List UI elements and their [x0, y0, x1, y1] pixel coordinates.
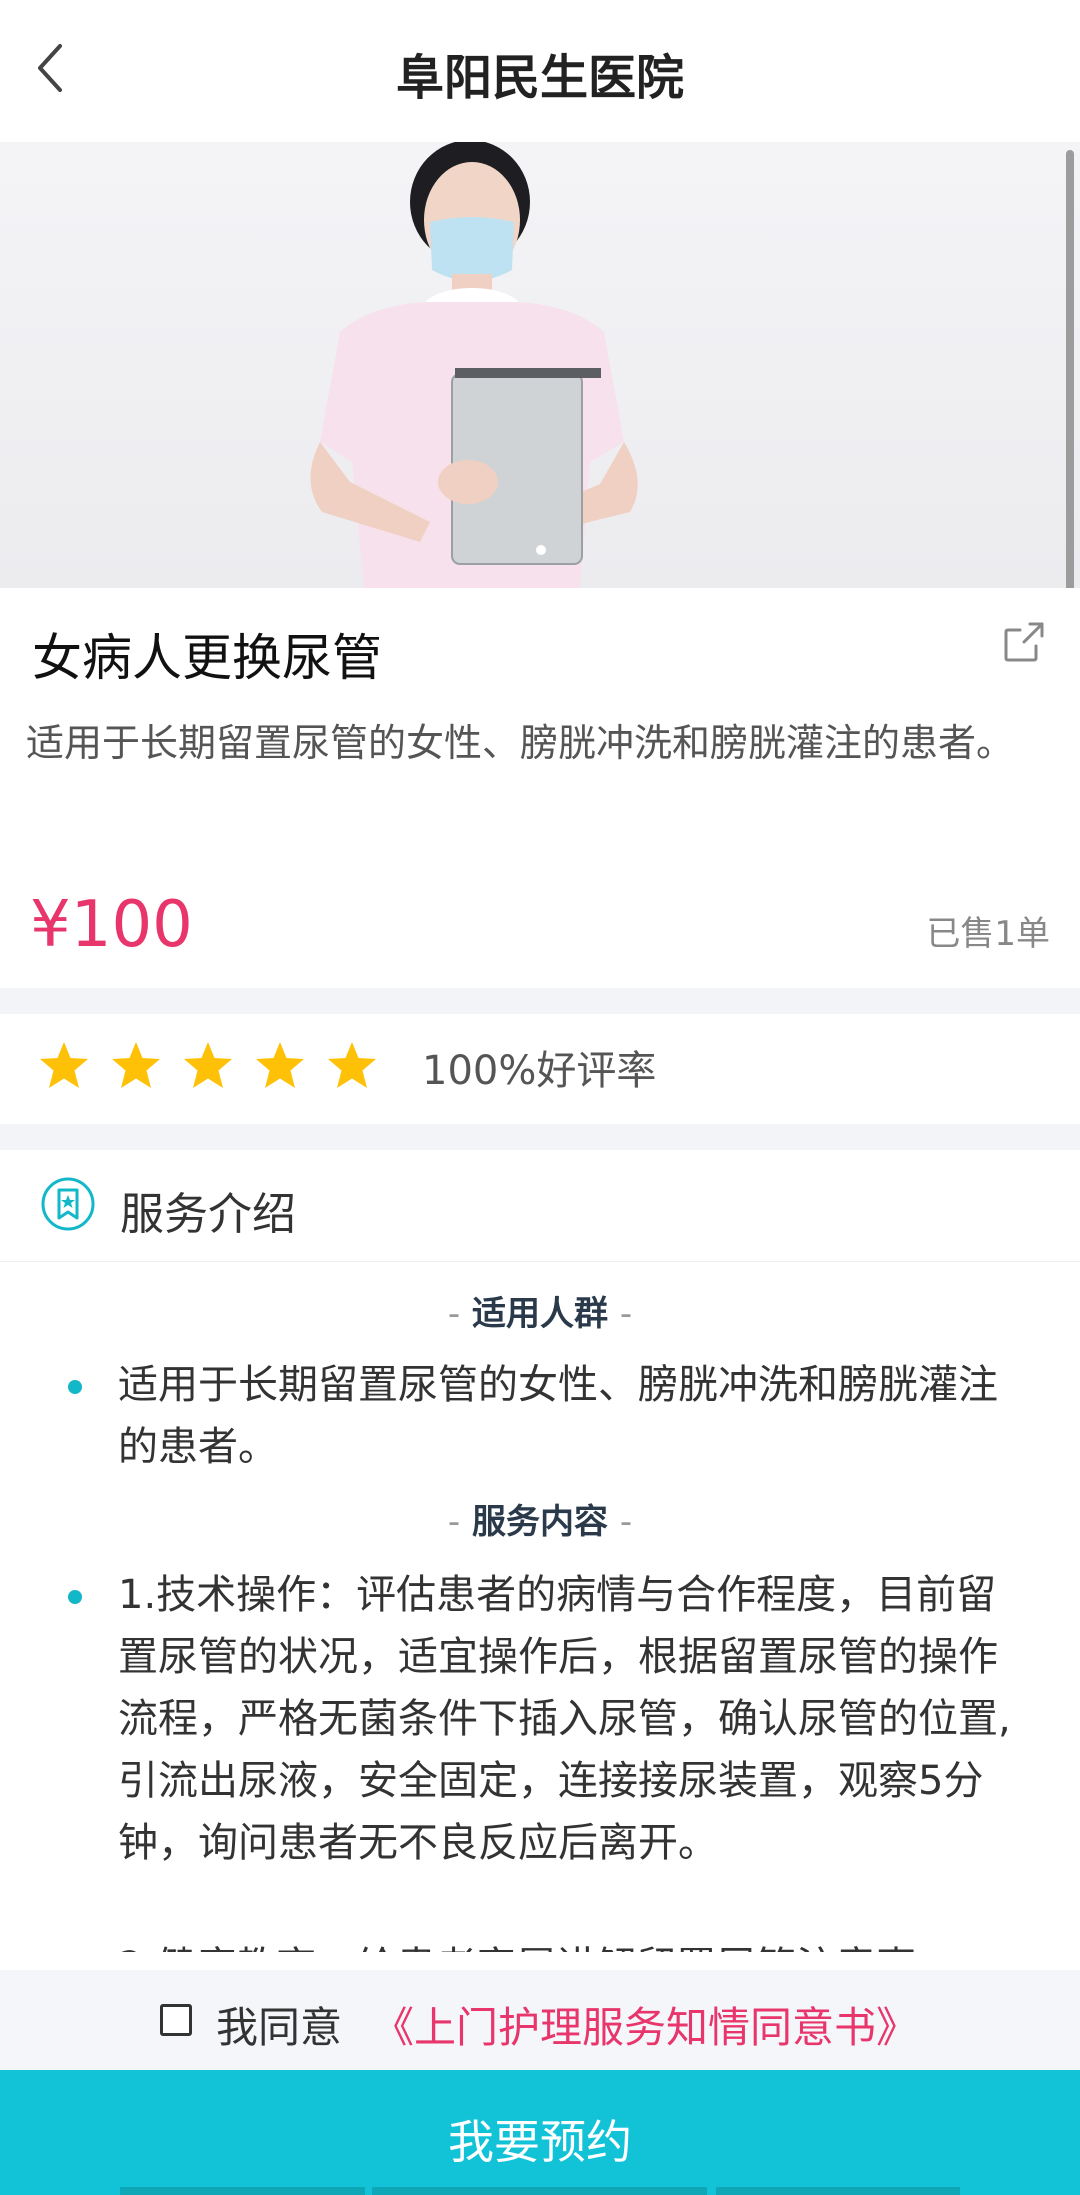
top-bar: 阜阳民生医院: [0, 0, 1080, 142]
service-intro-title: 服务介绍: [120, 1189, 296, 1240]
share-icon[interactable]: [1000, 618, 1048, 666]
star-icon: [256, 1042, 304, 1088]
agree-checkbox[interactable]: [160, 2004, 192, 2036]
bullet: [68, 1590, 82, 1604]
divider: [372, 2187, 707, 2195]
product-banner-image[interactable]: [0, 142, 1080, 588]
star-icon: [112, 1042, 160, 1088]
divider: [0, 988, 1080, 1014]
product-description: 适用于长期留置尿管的女性、膀胱冲洗和膀胱灌注的患者。: [26, 721, 1015, 765]
service-content[interactable]: - 适用人群 - 适用于长期留置尿管的女性、膀胱冲洗和膀胱灌注的患者。 - 服务…: [0, 1262, 1080, 1952]
product-info: 女病人更换尿管 适用于长期留置尿管的女性、膀胱冲洗和膀胱灌注的患者。 ¥100 …: [0, 588, 1080, 988]
bookmark-star-icon: [41, 1177, 95, 1231]
star-icon: [328, 1042, 376, 1088]
consent-form-link[interactable]: 《上门护理服务知情同意书》: [372, 1994, 918, 2055]
divider: [120, 2187, 365, 2195]
section-heading-service-content: - 服务内容 -: [447, 1502, 633, 1542]
service-intro-header: 服务介绍: [0, 1150, 1080, 1262]
star-icon: [184, 1042, 232, 1088]
sold-count: 已售1单: [926, 914, 1050, 954]
bullet: [68, 1380, 82, 1394]
section-title: 服务内容: [472, 1502, 608, 1542]
section-title: 适用人群: [472, 1294, 608, 1334]
star-rating: [38, 1040, 378, 1092]
page-title: 阜阳民生医院: [395, 50, 684, 106]
rating-text: 100%好评率: [422, 1048, 657, 1094]
divider: [0, 1124, 1080, 1150]
book-button-label: 我要预约: [448, 2115, 632, 2169]
agree-label[interactable]: 我同意: [216, 1994, 342, 2055]
service-content-text-continued: 2.健康教育：给患者家属讲解留置尿管注意事: [118, 1936, 1028, 1952]
book-button[interactable]: 我要预约: [0, 2070, 1080, 2195]
section-heading-target-group: - 适用人群 -: [447, 1294, 633, 1334]
star-icon: [40, 1042, 88, 1088]
product-name: 女病人更换尿管: [32, 629, 382, 687]
rating-row[interactable]: 100%好评率: [0, 1014, 1080, 1124]
nurse-illustration: [310, 142, 638, 588]
agreement-bar: 我同意 《上门护理服务知情同意书》: [0, 1970, 1080, 2070]
service-content-text: 1.技术操作：评估患者的病情与合作程度，目前留置尿管的状况，适宜操作后，根据留置…: [118, 1572, 1011, 1866]
divider: [716, 2187, 960, 2195]
price: ¥100: [30, 888, 193, 962]
target-group-text: 适用于长期留置尿管的女性、膀胱冲洗和膀胱灌注的患者。: [118, 1362, 998, 1470]
